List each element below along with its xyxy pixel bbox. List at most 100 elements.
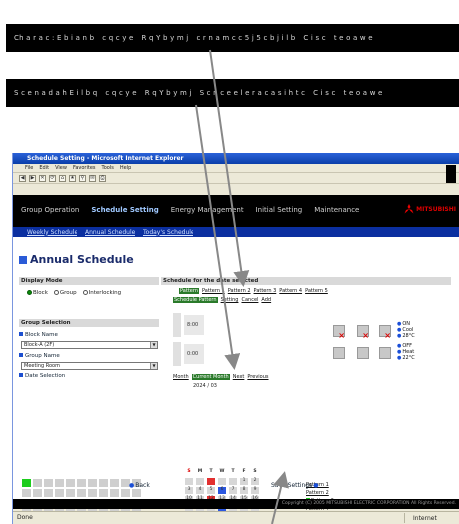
toolbar-button-icon[interactable]: ✕ (39, 174, 46, 182)
calendar-day[interactable] (185, 478, 193, 485)
display-mode-option[interactable]: Block (27, 290, 48, 296)
date-cell[interactable] (66, 479, 75, 487)
legend-item[interactable]: Pattern 2 (306, 489, 334, 497)
calendar-day[interactable] (218, 478, 226, 485)
calendar-tab[interactable]: Current Month (191, 374, 230, 380)
unit-icon[interactable] (379, 347, 391, 359)
command-segment: c q c y e (102, 34, 134, 42)
display-mode-option[interactable]: Group (53, 290, 77, 296)
calendar-day[interactable]: 8 (240, 487, 248, 494)
schedule-row[interactable]: 0:00 (173, 342, 323, 366)
toolbar-button-icon[interactable]: ▶ (29, 174, 36, 182)
pattern-tab[interactable]: Pattern 2 (228, 288, 251, 294)
command-segment: t e o a w e (333, 34, 373, 42)
pattern-tab[interactable]: Pattern 3 (254, 288, 277, 294)
unit-icon[interactable] (333, 347, 345, 359)
pattern-tab[interactable]: Pattern 1 (202, 288, 225, 294)
schedule-sub-tab[interactable]: Setting (221, 297, 239, 303)
display-mode-label: Group (59, 290, 77, 296)
calendar-tab[interactable]: Month (173, 374, 189, 380)
date-cell[interactable] (44, 489, 53, 497)
toolbar-button-icon[interactable]: ★ (69, 174, 76, 182)
toolbar-button-icon[interactable]: ⌂ (59, 174, 66, 182)
back-button[interactable]: Back (129, 482, 150, 489)
unit-icon[interactable] (357, 347, 369, 359)
calendar-day[interactable] (207, 478, 215, 485)
pattern-tab[interactable]: Pattern 4 (279, 288, 302, 294)
nav-tab[interactable]: Energy Management (171, 206, 244, 214)
subnav-link[interactable]: Today's Schedule (143, 229, 193, 236)
schedule-sub-tab[interactable]: Cancel (241, 297, 258, 303)
schedule-sub-tab[interactable]: Add (261, 297, 271, 303)
nav-tab[interactable]: Schedule Setting (91, 206, 158, 214)
calendar-day[interactable]: 3 (185, 487, 193, 494)
chevron-down-icon: ▼ (150, 342, 157, 348)
subnav-link[interactable]: Weekly Schedule (27, 229, 77, 236)
unit-off-icon[interactable] (357, 325, 369, 340)
display-mode-header: Display Mode (19, 277, 159, 285)
calendar-day[interactable] (196, 478, 204, 485)
date-cell[interactable] (132, 489, 141, 497)
brand-name: MITSUBISHI (416, 205, 456, 213)
menu-item-favorites[interactable]: Favorites (73, 165, 96, 171)
menu-item-help[interactable]: Help (120, 165, 131, 171)
date-cell[interactable] (99, 489, 108, 497)
calendar-tab[interactable]: Next (233, 374, 245, 380)
date-cell[interactable] (22, 489, 31, 497)
menu-item-file[interactable]: File (25, 165, 33, 171)
date-cell[interactable] (121, 489, 130, 497)
unit-off-icon[interactable] (379, 325, 391, 340)
nav-tab[interactable]: Group Operation (21, 206, 79, 214)
calendar-day[interactable]: 4 (196, 487, 204, 494)
toolbar-button-icon[interactable]: ◀ (19, 174, 26, 182)
schedule-row[interactable]: 8:00 (173, 313, 323, 337)
row-time: 0:00 (184, 344, 204, 364)
date-cell[interactable] (33, 479, 42, 487)
unit-off-icon[interactable] (333, 325, 345, 340)
date-cell[interactable] (55, 489, 64, 497)
schedule-sub-tab[interactable]: Schedule Pattern (173, 297, 218, 303)
date-cell[interactable] (88, 479, 97, 487)
date-cell[interactable] (44, 479, 53, 487)
toolbar-button-icon[interactable]: ⚲ (79, 174, 86, 182)
radio-icon[interactable] (82, 290, 88, 295)
menu-item-view[interactable]: View (55, 165, 67, 171)
calendar-tab[interactable]: Previous (247, 374, 268, 380)
nav-tab[interactable]: Maintenance (314, 206, 359, 214)
radio-icon[interactable] (53, 290, 59, 295)
group-select[interactable]: Meeting Room ▼ (21, 362, 158, 370)
display-mode-option[interactable]: Interlocking (82, 290, 121, 296)
calendar-day[interactable]: 5 (207, 487, 215, 494)
toolbar-button-icon[interactable]: ⎙ (99, 174, 106, 182)
block-select[interactable]: Block-A (2F) ▼ (21, 341, 158, 349)
pattern-tab[interactable]: Pattern 5 (305, 288, 328, 294)
date-cell[interactable] (33, 489, 42, 497)
calendar-day[interactable]: 2 (251, 478, 259, 485)
date-cell[interactable] (110, 479, 119, 487)
menu-item-edit[interactable]: Edit (39, 165, 49, 171)
date-cell[interactable] (66, 489, 75, 497)
radio-icon[interactable] (27, 290, 32, 295)
calendar-day[interactable]: 7 (229, 487, 237, 494)
row-label (173, 342, 181, 366)
date-cell[interactable] (77, 489, 86, 497)
status-text: Done (17, 514, 33, 521)
toolbar-button-icon[interactable]: ✉ (89, 174, 96, 182)
date-cell[interactable] (99, 479, 108, 487)
browser-toolbar: ◀ ▶ ✕ ⟳ ⌂ ★ ⚲ ✉ ⎙ (13, 173, 459, 184)
subnav-link[interactable]: Annual Schedule (85, 229, 135, 236)
date-cell[interactable] (55, 479, 64, 487)
toolbar-button-icon[interactable]: ⟳ (49, 174, 56, 182)
date-cell[interactable] (110, 489, 119, 497)
date-cell[interactable] (22, 479, 31, 487)
date-cell[interactable] (77, 479, 86, 487)
nav-tab[interactable]: Initial Setting (256, 206, 303, 214)
calendar-day[interactable] (229, 478, 237, 485)
pattern-tab[interactable]: Pattern (179, 288, 199, 294)
calendar-day[interactable]: 1 (240, 478, 248, 485)
calendar-day[interactable]: 9 (251, 487, 259, 494)
calendar-day[interactable]: 6 (218, 487, 226, 494)
menu-item-tools[interactable]: Tools (102, 165, 114, 171)
date-cell[interactable] (88, 489, 97, 497)
save-settings-button[interactable]: Save Settings (271, 482, 319, 489)
